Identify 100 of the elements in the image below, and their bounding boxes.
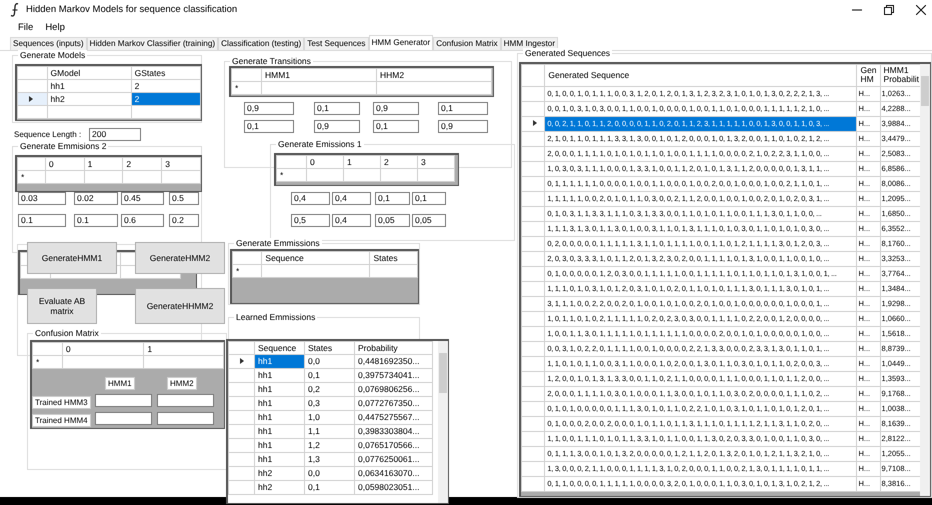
close-icon[interactable] — [916, 4, 926, 15]
input-field[interactable]: 0.45 — [121, 192, 164, 205]
input-field[interactable] — [157, 394, 214, 407]
action-button[interactable]: GenerateHMM1 — [27, 242, 117, 274]
input-field[interactable]: 0,05 — [375, 214, 410, 227]
input-field[interactable]: 0.6 — [121, 214, 164, 227]
table-cell[interactable]: hh1 — [254, 452, 304, 466]
column-label: HMM2 — [167, 376, 197, 390]
tab[interactable]: Test Sequences — [304, 36, 368, 50]
table-cell[interactable]: 1,0 — [304, 410, 354, 424]
column-header: States — [304, 341, 354, 354]
table-cell[interactable]: 0,0598023051... — [354, 480, 432, 494]
input-field[interactable]: 0,5 — [291, 214, 330, 227]
column-header: 3 — [162, 157, 200, 170]
input-field[interactable]: 0,1 — [373, 120, 419, 133]
column-header: HMM1 — [262, 68, 376, 82]
new-row-marker: * — [32, 355, 62, 368]
input-field[interactable]: 0,9 — [314, 120, 360, 133]
table-cell[interactable]: 0,0776250061... — [354, 452, 432, 466]
input-field[interactable]: 0.1 — [18, 214, 66, 227]
input-field[interactable]: 0.5 — [169, 192, 199, 205]
input-field[interactable] — [95, 412, 152, 425]
table-cell[interactable]: hh1 — [254, 396, 304, 410]
tab[interactable]: Classification (testing) — [218, 36, 304, 50]
input-field[interactable]: 0,4 — [291, 192, 330, 205]
column-header: 2 — [122, 157, 162, 170]
table-cell[interactable]: 0,3975734041... — [354, 368, 432, 382]
input-field[interactable]: 0,9 — [438, 120, 488, 133]
table-cell[interactable]: 0,1 — [304, 480, 354, 494]
table-cell[interactable]: hh1 — [254, 410, 304, 424]
table-cell[interactable]: hh1 — [254, 382, 304, 396]
column-header: HHM2 — [376, 68, 492, 82]
tab[interactable]: HMM Ingestor — [500, 36, 558, 50]
input-field[interactable]: 0,1 — [314, 102, 360, 115]
column-header: 0 — [45, 157, 84, 170]
tab[interactable]: Hidden Markov Classifier (training) — [86, 36, 218, 50]
group-title: Generate Transitions — [230, 56, 313, 66]
tab[interactable]: Confusion Matrix — [433, 36, 501, 50]
action-button[interactable]: GenerateHHMM2 — [135, 288, 225, 324]
table-cell[interactable]: 2 — [131, 92, 200, 106]
table-cell[interactable]: hh2 — [254, 466, 304, 480]
group-title: Confusion Matrix — [33, 328, 101, 338]
input-field[interactable]: 0,4 — [332, 192, 371, 205]
table-cell[interactable]: 0,0 — [304, 354, 354, 368]
row-pointer-icon — [29, 96, 33, 102]
column-header: 1 — [144, 342, 224, 356]
table-cell[interactable]: 0,0765170566... — [354, 438, 432, 452]
tab[interactable]: HMM Generator — [368, 34, 434, 50]
scrollbar[interactable] — [920, 64, 930, 496]
group-title: Generate Emmisions 2 — [18, 140, 108, 151]
table-cell[interactable]: 0,3 — [304, 396, 354, 410]
input-field[interactable]: 0,1 — [375, 192, 410, 205]
column-header: Sequence — [254, 341, 304, 354]
table-cell[interactable]: hh1 — [254, 424, 304, 438]
table-cell[interactable]: 0,1 — [304, 368, 354, 382]
menu-item[interactable]: Help — [45, 22, 65, 33]
table-cell[interactable]: 0,0769806256... — [354, 382, 432, 396]
input-field[interactable]: 200 — [89, 128, 141, 141]
table-cell[interactable]: 0,3983303804... — [354, 424, 432, 438]
table-cell[interactable]: 0,4481692350... — [354, 354, 432, 368]
restore-icon[interactable] — [884, 4, 894, 15]
table-cell[interactable]: 2 — [131, 79, 200, 92]
table-cell[interactable]: hh1 — [254, 438, 304, 452]
input-field[interactable] — [95, 394, 152, 407]
column-header: Probability — [354, 341, 432, 354]
table-cell[interactable]: hh1 — [254, 368, 304, 382]
menu-item[interactable]: File — [18, 22, 34, 33]
action-button[interactable]: Evaluate AB matrix — [27, 288, 97, 324]
scrollbar[interactable] — [438, 340, 448, 503]
input-field[interactable]: 0.03 — [18, 192, 66, 205]
column-header: 1 — [344, 155, 380, 168]
table-cell[interactable]: hh1 — [254, 354, 304, 368]
input-field[interactable]: 0.2 — [169, 214, 199, 227]
row-label: Trained HMM3 — [32, 396, 91, 409]
table-cell[interactable]: 1,2 — [304, 438, 354, 452]
input-field[interactable]: 0,9 — [373, 102, 419, 115]
group-title: Generated Sequences — [523, 48, 612, 58]
input-field[interactable]: 0.02 — [74, 192, 118, 205]
input-field[interactable]: 0,4 — [332, 214, 371, 227]
table-cell[interactable]: hh1 — [47, 79, 132, 92]
table-cell[interactable]: 1,3 — [304, 452, 354, 466]
table-cell[interactable]: 0,0 — [304, 466, 354, 480]
table-cell[interactable]: 0,4475275567... — [354, 410, 432, 424]
table-cell[interactable]: 0,2 — [304, 382, 354, 396]
input-field[interactable]: 0,1 — [412, 192, 446, 205]
input-field[interactable]: 0,05 — [412, 214, 446, 227]
table-cell[interactable]: 0,0772767350... — [354, 396, 432, 410]
table-cell[interactable]: 1,1 — [304, 424, 354, 438]
column-header: GStates — [131, 66, 200, 80]
table-cell[interactable]: hh2 — [47, 92, 132, 106]
input-field[interactable] — [157, 412, 214, 425]
input-field[interactable]: 0.1 — [74, 214, 118, 227]
tab[interactable]: Sequences (inputs) — [10, 36, 87, 50]
new-row-marker: * — [18, 170, 46, 184]
table-cell[interactable]: hh2 — [254, 480, 304, 494]
input-field[interactable]: 0,9 — [244, 102, 294, 115]
action-button[interactable]: GenerateHMM2 — [135, 242, 225, 274]
table-cell[interactable]: 0,0634163070... — [354, 466, 432, 480]
input-field[interactable]: 0,1 — [244, 120, 294, 133]
input-field[interactable]: 0,1 — [438, 102, 488, 115]
